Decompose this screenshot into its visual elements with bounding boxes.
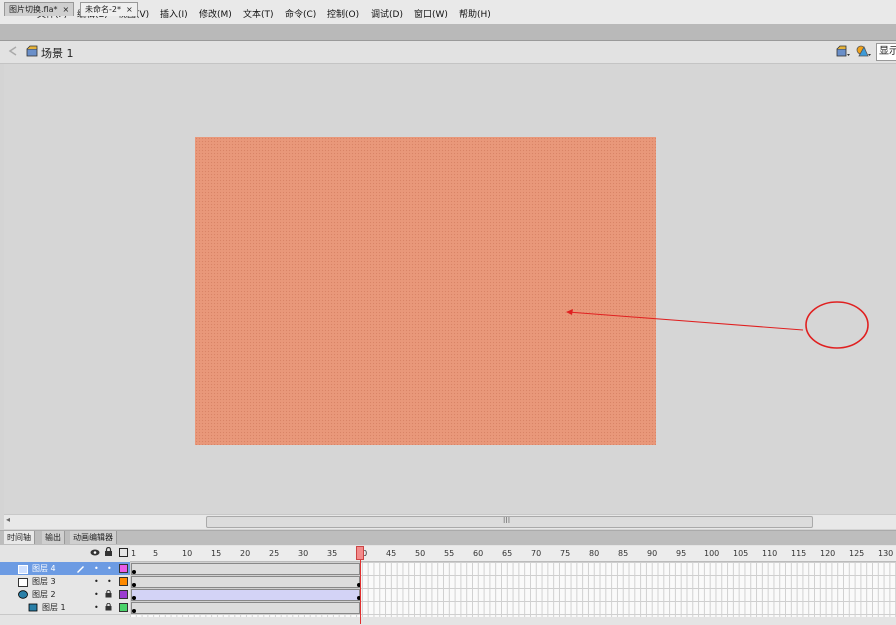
tab-document-2[interactable]: 未命名-2* × [80, 2, 138, 16]
lock-icon[interactable] [105, 603, 112, 611]
edit-bar [0, 41, 896, 64]
frame-number: 115 [791, 549, 807, 558]
keyframe[interactable] [132, 596, 136, 600]
frame-span[interactable] [131, 602, 360, 614]
annotation-arrow [566, 301, 869, 349]
lock-dot[interactable]: • [107, 562, 112, 575]
menu-window[interactable]: 窗口(W) [414, 7, 448, 20]
layer-name[interactable]: 图层 1 [42, 601, 66, 614]
layer-row[interactable]: 图层 4 • • [0, 562, 130, 576]
eye-icon[interactable] [90, 548, 100, 557]
document-tab-bar [0, 24, 896, 41]
frame-number: 50 [415, 549, 426, 558]
menu-text[interactable]: 文本(T) [243, 7, 274, 20]
layer-row[interactable]: 图层 3 • • [0, 575, 130, 589]
frame-number: 25 [269, 549, 280, 558]
keyframe[interactable] [132, 609, 136, 613]
mask-layer-icon [18, 590, 28, 599]
scene-icon [26, 45, 38, 57]
frame-number: 30 [298, 549, 309, 558]
visibility-dot[interactable]: • [94, 575, 99, 588]
layer-color-swatch[interactable] [119, 603, 128, 612]
tab-label: 未命名-2* [85, 5, 121, 14]
lock-icon[interactable] [104, 547, 113, 557]
frame-number: 90 [647, 549, 658, 558]
layer-color-swatch[interactable] [119, 564, 128, 573]
tab-motion-editor[interactable]: 动画编辑器 [70, 531, 117, 544]
pencil-icon [77, 566, 84, 573]
tab-label: 图片切换.fla* [9, 5, 58, 14]
frame-number: 65 [502, 549, 513, 558]
outline-icon[interactable] [119, 548, 128, 557]
frame-number: 15 [211, 549, 222, 558]
menu-control[interactable]: 控制(O) [327, 7, 359, 20]
frame-span[interactable] [131, 563, 360, 575]
frame-span[interactable] [131, 589, 360, 601]
keyframe[interactable] [132, 583, 136, 587]
visibility-dot[interactable]: • [94, 562, 99, 575]
layer-color-swatch[interactable] [119, 577, 128, 586]
layer-color-swatch[interactable] [119, 590, 128, 599]
layer-name[interactable]: 图层 4 [32, 562, 56, 575]
frame-number: 45 [386, 549, 397, 558]
layer-name[interactable]: 图层 3 [32, 575, 56, 588]
frame-span[interactable] [131, 576, 360, 588]
scroll-left-arrow-icon[interactable]: ◂ [6, 515, 10, 524]
stage-canvas[interactable] [195, 137, 656, 445]
visibility-dot[interactable]: • [94, 588, 99, 601]
frame-number: 60 [473, 549, 484, 558]
frame-number: 130 [878, 549, 894, 558]
tab-output[interactable]: 输出 [42, 531, 65, 544]
frame-number: 1 [131, 549, 137, 558]
masked-layer-icon [28, 603, 38, 612]
frame-number: 110 [762, 549, 778, 558]
frame-number: 55 [444, 549, 455, 558]
menu-modify[interactable]: 修改(M) [199, 7, 232, 20]
frame-number: 80 [589, 549, 600, 558]
edit-symbols-icon[interactable] [856, 44, 872, 58]
edit-scene-icon[interactable] [836, 44, 851, 58]
menu-debug[interactable]: 调试(D) [371, 7, 403, 20]
lock-icon[interactable] [105, 590, 112, 598]
frame-number: 85 [618, 549, 629, 558]
scrollbar-grip: III [503, 516, 511, 525]
frame-number: 5 [153, 549, 159, 558]
frame-number: 75 [560, 549, 571, 558]
back-arrow-icon[interactable] [8, 46, 18, 56]
frame-number: 10 [182, 549, 193, 558]
visibility-dot[interactable]: • [94, 601, 99, 614]
frame-number: 70 [531, 549, 542, 558]
menu-insert[interactable]: 插入(I) [160, 7, 188, 20]
close-icon[interactable]: × [126, 5, 133, 14]
menu-command[interactable]: 命令(C) [285, 7, 316, 20]
tab-document-1[interactable]: 图片切换.fla* × [4, 2, 75, 16]
layer-row[interactable]: 图层 2 • [0, 588, 130, 602]
scene-label[interactable]: 场景 1 [41, 45, 74, 61]
keyframe[interactable] [132, 570, 136, 574]
playhead[interactable] [356, 546, 364, 560]
layer-name[interactable]: 图层 2 [32, 588, 56, 601]
lock-dot[interactable]: • [107, 575, 112, 588]
zoom-field[interactable]: 显示 [876, 43, 896, 61]
frame-number: 35 [327, 549, 338, 558]
layer-row[interactable]: 图层 1 • [0, 601, 130, 615]
frame-number: 125 [849, 549, 865, 558]
frame-number: 20 [240, 549, 251, 558]
menu-help[interactable]: 帮助(H) [459, 7, 491, 20]
close-icon[interactable]: × [62, 5, 69, 14]
layer-icon [18, 578, 28, 587]
frame-number: 95 [676, 549, 687, 558]
frame-number: 120 [820, 549, 836, 558]
tab-timeline[interactable]: 时间轴 [4, 531, 35, 544]
frame-number: 100 [704, 549, 720, 558]
annotation-circle [805, 301, 869, 349]
panel-tab-bar [0, 531, 896, 545]
layer-icon [18, 565, 28, 574]
frame-number: 105 [733, 549, 749, 558]
